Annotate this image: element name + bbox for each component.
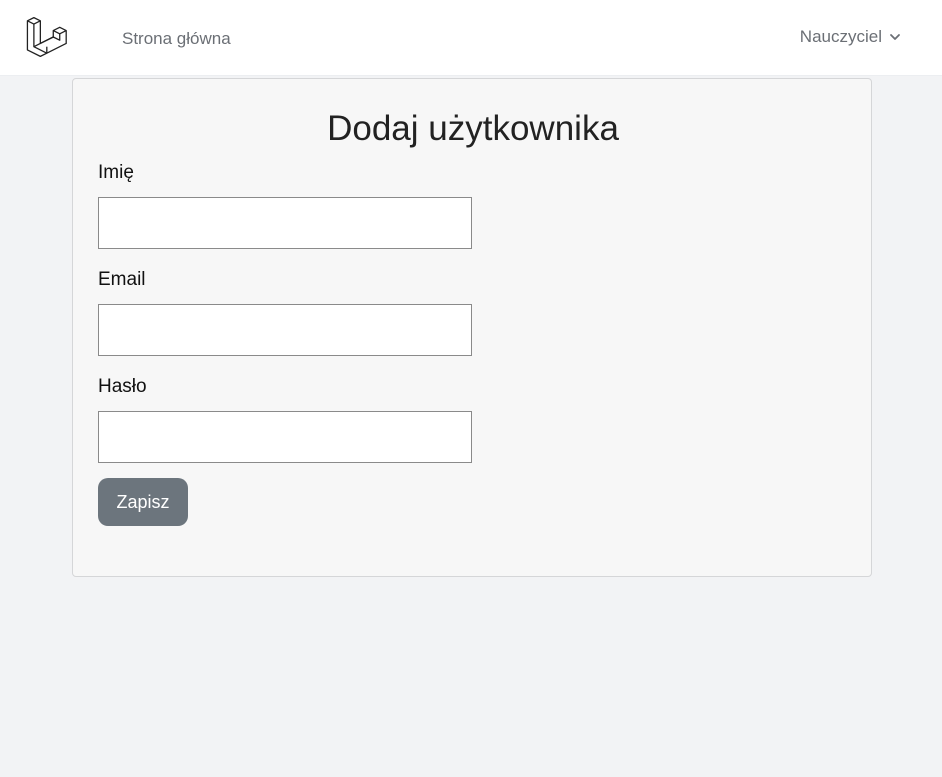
nav-home-link[interactable]: Strona główna xyxy=(122,29,231,49)
top-navbar: Strona główna Nauczyciel xyxy=(0,0,942,76)
email-field[interactable] xyxy=(98,304,472,356)
name-label: Imię xyxy=(98,162,134,183)
add-user-card: Dodaj użytkownika Imię Email Hasło Zapis… xyxy=(72,78,872,577)
password-field[interactable] xyxy=(98,411,472,463)
user-menu-dropdown[interactable]: Nauczyciel xyxy=(800,27,902,47)
laravel-logo-icon[interactable] xyxy=(25,16,67,58)
password-label: Hasło xyxy=(98,376,147,397)
chevron-down-icon xyxy=(890,34,900,40)
email-label: Email xyxy=(98,269,146,290)
name-field[interactable] xyxy=(98,197,472,249)
page-title: Dodaj użytkownika xyxy=(327,109,619,148)
user-menu-label: Nauczyciel xyxy=(799,27,882,46)
save-button[interactable]: Zapisz xyxy=(98,478,188,526)
